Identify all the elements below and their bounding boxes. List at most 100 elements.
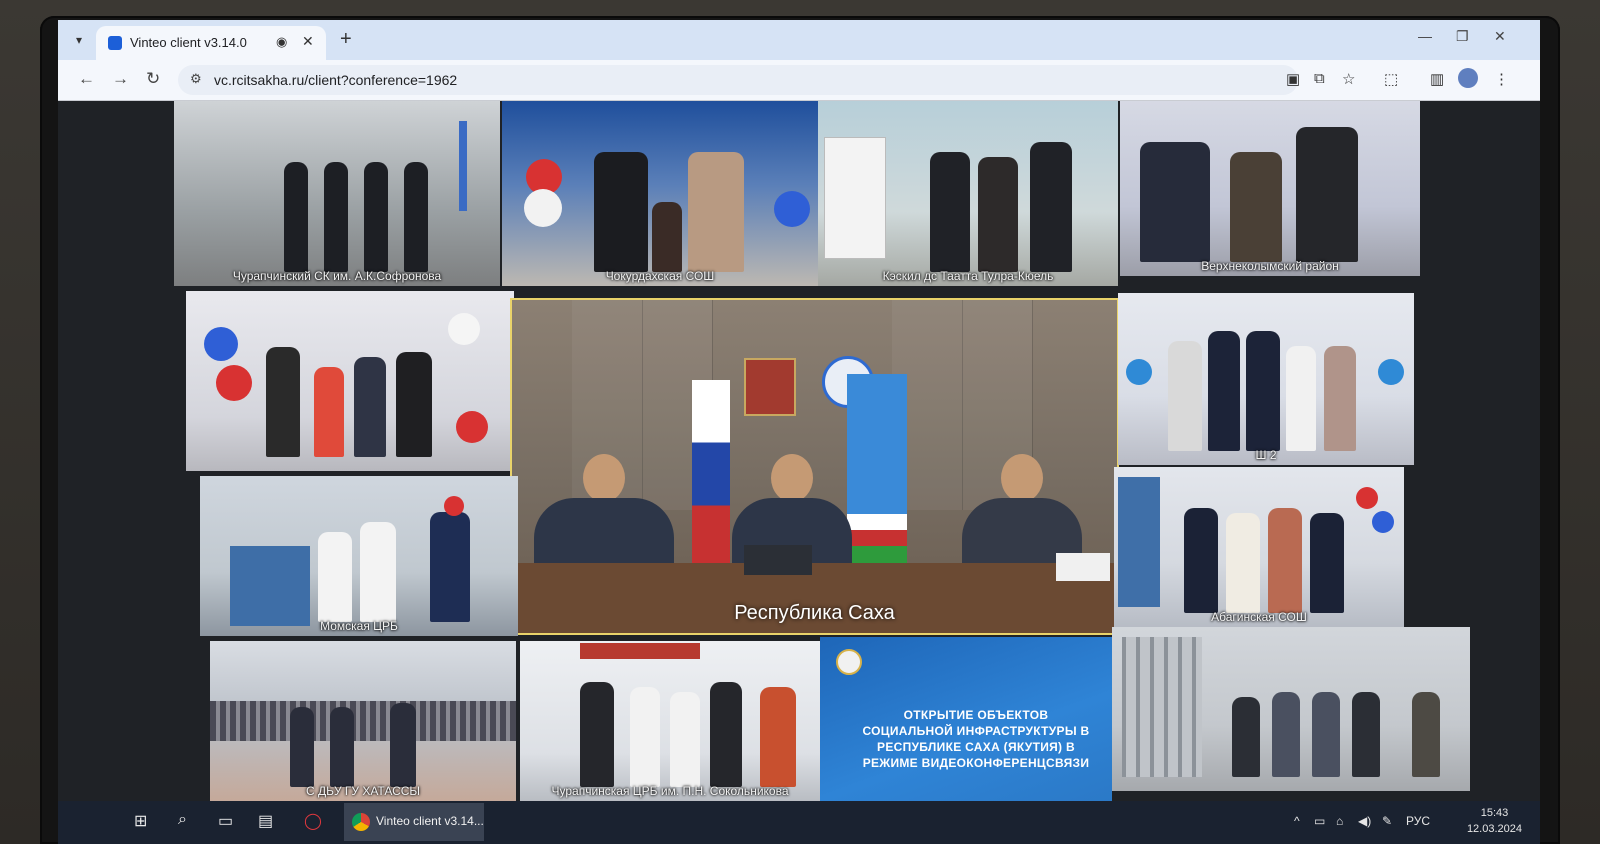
year-of-family-banner xyxy=(824,137,886,259)
profile-avatar[interactable] xyxy=(1458,68,1478,88)
vinteo-favicon-icon xyxy=(108,36,122,50)
participant-figure xyxy=(1286,346,1316,451)
volume-icon[interactable]: ◀) xyxy=(1358,814,1371,828)
participant-figure xyxy=(930,152,970,272)
tile-caption: Абагинская СОШ xyxy=(1211,610,1307,624)
tab-close-icon[interactable]: ✕ xyxy=(302,33,314,50)
video-tile[interactable]: Чурапчинский СК им. А.К.Софронова xyxy=(174,101,500,286)
balloon xyxy=(216,365,252,401)
clock-date: 12.03.2024 xyxy=(1466,823,1522,835)
video-tile[interactable]: С ДЬУ ГУ ХАТАССЫ xyxy=(210,641,516,801)
window-close-icon[interactable]: ✕ xyxy=(1494,28,1506,45)
video-tile[interactable] xyxy=(1112,627,1470,791)
menu-kebab-icon[interactable]: ⋮ xyxy=(1494,70,1509,88)
taskbar-chrome-app[interactable]: Vinteo client v3.14... xyxy=(344,803,484,841)
participant-figure xyxy=(1272,692,1300,777)
browser-tabstrip: ▾ Vinteo client v3.14.0 ◉ ✕ + — ❐ ✕ xyxy=(58,20,1540,60)
participant-figure xyxy=(1168,341,1202,451)
sakha-flag xyxy=(847,374,907,574)
reload-icon[interactable]: ↻ xyxy=(146,69,160,89)
participant-figure xyxy=(290,707,314,787)
language-indicator[interactable]: РУС xyxy=(1406,814,1430,828)
extensions-icon[interactable]: ⬚ xyxy=(1384,70,1398,88)
side-panel-icon[interactable]: ▥ xyxy=(1430,70,1444,88)
video-tile[interactable]: Чурапчинская ЦРБ им. П.Н. Сокольникова xyxy=(520,641,820,801)
video-tile[interactable]: Чокурдахская СОШ xyxy=(502,101,818,286)
participant-figure xyxy=(314,367,344,457)
participant-figure xyxy=(1246,331,1280,451)
participant-figure xyxy=(652,202,682,272)
windows-taskbar: ⊞ ⌕ ▭ ▤ ◯ Vinteo client v3.14... ^ ▭ ⌂ ◀… xyxy=(58,801,1540,844)
tray-chevron-icon[interactable]: ^ xyxy=(1294,814,1300,828)
balloon xyxy=(1372,511,1394,533)
browser-tab-active[interactable]: Vinteo client v3.14.0 ◉ ✕ xyxy=(96,26,326,60)
opera-icon[interactable]: ◯ xyxy=(304,811,322,831)
participant-figure xyxy=(330,707,354,787)
balloon xyxy=(1378,359,1404,385)
network-icon[interactable]: ⌂ xyxy=(1336,814,1343,828)
battery-icon[interactable]: ▭ xyxy=(1314,814,1325,828)
tile-caption: Чурапчинский СК им. А.К.Софронова xyxy=(232,269,442,283)
video-tile[interactable]: Кэскил дс Таатта Тулра-Кюель xyxy=(818,101,1118,286)
balloon xyxy=(774,191,810,227)
participant-figure xyxy=(1140,142,1210,262)
camera-icon[interactable]: ▣ xyxy=(1286,70,1300,88)
tile-caption: Верхнеколымский район xyxy=(1201,259,1339,273)
participant-figure xyxy=(404,162,428,272)
info-stand xyxy=(230,546,310,626)
new-tab-icon[interactable]: + xyxy=(340,28,352,51)
event-title: ОТКРЫТИЕ ОБЪЕКТОВ СОЦИАЛЬНОЙ ИНФРАСТРУКТ… xyxy=(862,708,1090,770)
chevron-down-icon: ▾ xyxy=(75,33,83,47)
balloon xyxy=(456,411,488,443)
minimize-icon[interactable]: — xyxy=(1418,28,1432,44)
site-info-icon[interactable]: ⚙ xyxy=(190,71,202,87)
taskbar-clock[interactable]: 15:43 12.03.2024 xyxy=(1467,805,1522,837)
tile-caption: С ДЬУ ГУ ХАТАССЫ xyxy=(305,784,421,798)
participant-figure xyxy=(688,152,744,272)
participant-figure xyxy=(284,162,308,272)
conference-grid: Чурапчинский СК им. А.К.Софронова Чокурд… xyxy=(58,101,1540,801)
tile-caption: Ш 2 xyxy=(1255,448,1277,462)
flag xyxy=(459,121,467,211)
cast-icon[interactable]: ⧉ xyxy=(1314,70,1325,87)
restore-icon[interactable]: ❐ xyxy=(1456,28,1469,45)
participant-figure xyxy=(1412,692,1440,777)
pen-icon[interactable]: ✎ xyxy=(1382,814,1392,828)
tile-caption: Чурапчинская ЦРБ им. П.Н. Сокольникова xyxy=(551,784,789,798)
video-tile[interactable]: Момская ЦРБ xyxy=(200,476,518,636)
tab-title: Vinteo client v3.14.0 xyxy=(130,35,247,50)
event-info-tile[interactable]: ОТКРЫТИЕ ОБЪЕКТОВ СОЦИАЛЬНОЙ ИНФРАСТРУКТ… xyxy=(820,637,1112,801)
address-bar[interactable]: ⚙ vc.rcitsakha.ru/client?conference=1962 xyxy=(178,65,1298,95)
participant-figure xyxy=(430,512,470,622)
video-tile[interactable]: Ш 2 xyxy=(1118,293,1414,465)
monitor-screen: ▾ Vinteo client v3.14.0 ◉ ✕ + — ❐ ✕ ← → … xyxy=(58,20,1540,844)
tab-search-button[interactable]: ▾ xyxy=(68,29,90,51)
url-text: vc.rcitsakha.ru/client?conference=1962 xyxy=(214,72,458,88)
participant-figure xyxy=(1324,346,1356,451)
file-explorer-icon[interactable]: ▤ xyxy=(258,811,273,831)
video-tile[interactable] xyxy=(186,291,514,471)
task-view-icon[interactable]: ▭ xyxy=(218,811,233,831)
participant-figure xyxy=(364,162,388,272)
participant-figure xyxy=(266,347,300,457)
participant-figure xyxy=(670,692,700,787)
search-icon[interactable]: ⌕ xyxy=(178,811,187,829)
tile-caption: Момская ЦРБ xyxy=(320,619,398,633)
sakha-emblem-icon xyxy=(836,649,862,675)
clock-time: 15:43 xyxy=(1480,807,1509,819)
pipes xyxy=(1122,637,1202,777)
video-tile[interactable]: Верхнеколымский район xyxy=(1120,101,1420,276)
bookmark-star-icon[interactable]: ☆ xyxy=(1342,70,1355,88)
participant-figure xyxy=(1296,127,1358,262)
participant-figure xyxy=(354,357,386,457)
chrome-icon xyxy=(352,813,370,831)
audience xyxy=(210,701,516,741)
active-speaker-tile[interactable]: Республика Саха xyxy=(510,298,1119,635)
video-tile[interactable]: Абагинская СОШ xyxy=(1114,467,1404,627)
russia-flag xyxy=(692,380,730,570)
forward-icon[interactable]: → xyxy=(112,69,129,89)
start-windows-icon[interactable]: ⊞ xyxy=(134,811,147,831)
banner xyxy=(580,643,700,659)
balloon xyxy=(448,313,480,345)
back-icon[interactable]: ← xyxy=(78,69,95,89)
